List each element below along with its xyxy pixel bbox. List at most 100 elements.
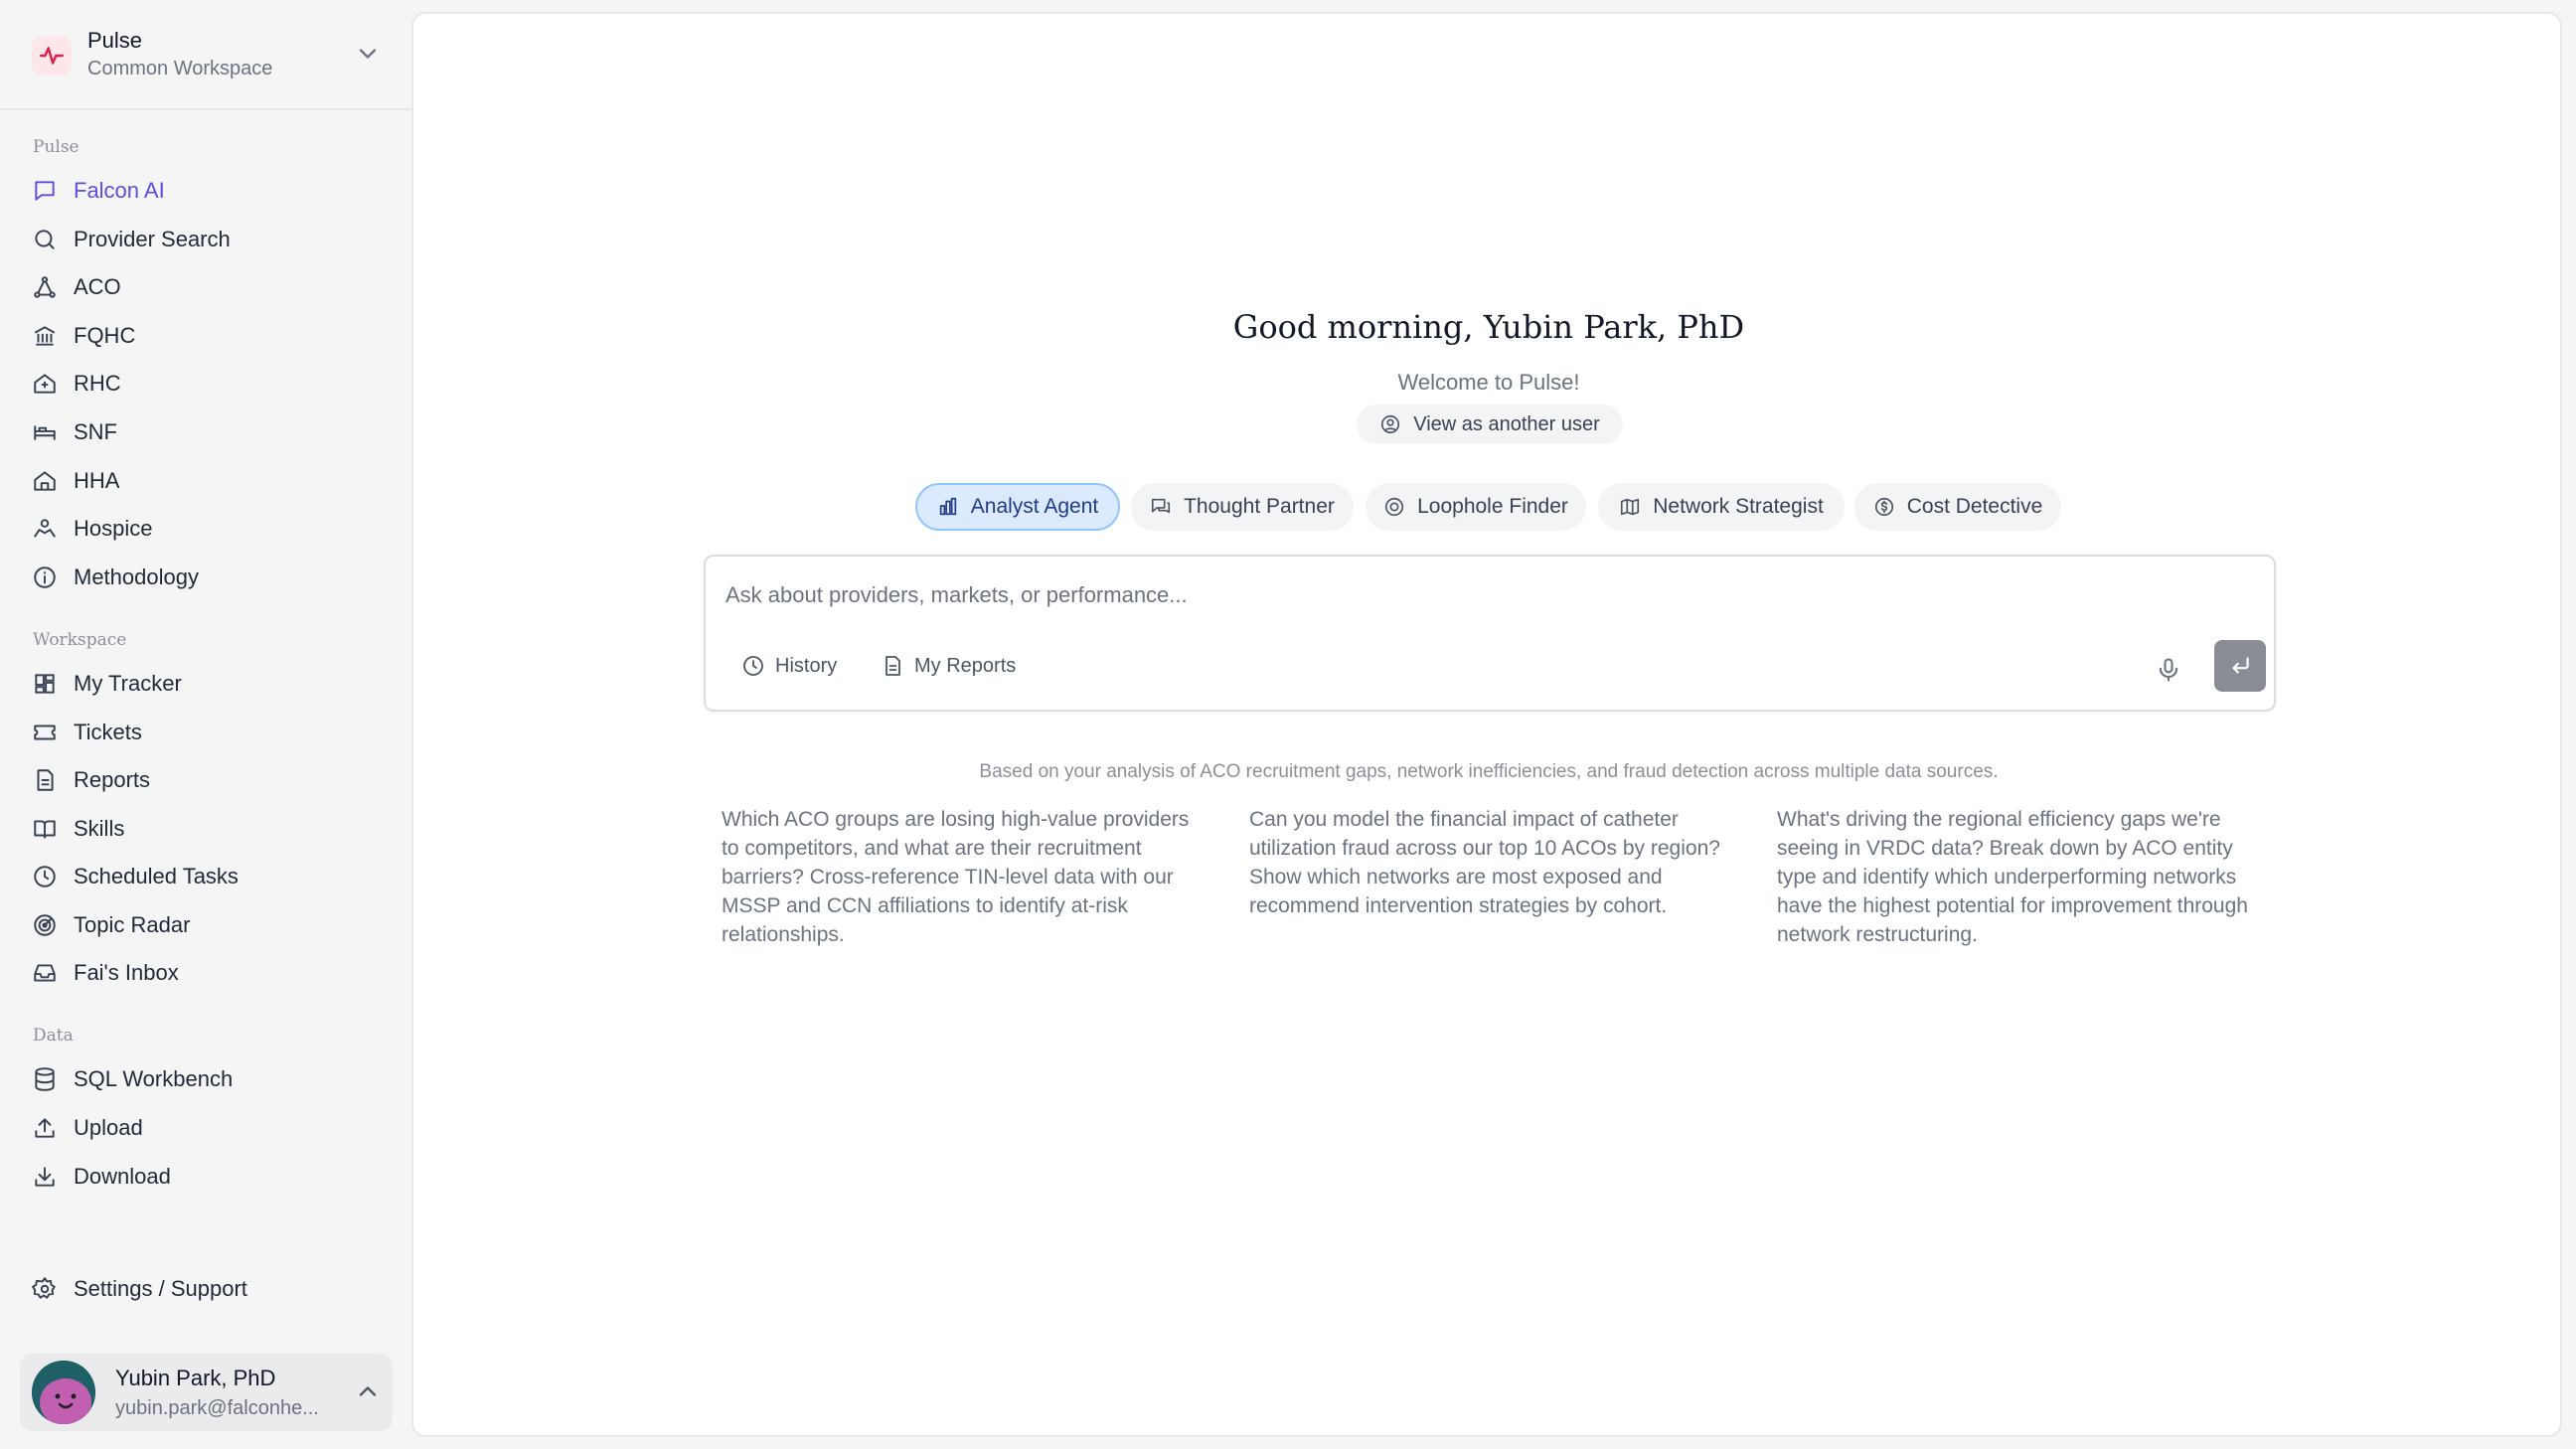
suggestion-prompt[interactable]: Can you model the financial impact of ca… [1249, 805, 1736, 920]
welcome-text: Welcome to Pulse! [1397, 370, 1580, 395]
suggestion-prompt[interactable]: Which ACO groups are losing high-value p… [722, 805, 1208, 949]
download-icon [32, 1164, 58, 1190]
sidebar-item-label: Settings / Support [74, 1276, 247, 1301]
sidebar-item-label: Provider Search [74, 227, 231, 251]
tab-label: Thought Partner [1184, 495, 1335, 518]
sidebar-item-label: Hospice [74, 516, 153, 541]
ticket-icon [32, 720, 58, 745]
app-root: Pulse Common Workspace Pulse Falcon AI P… [0, 0, 2576, 1449]
sidebar-item-label: Fai's Inbox [74, 960, 179, 985]
tab-analyst-agent[interactable]: Analyst Agent [915, 483, 1120, 531]
tab-label: Network Strategist [1653, 495, 1824, 518]
view-as-label: View as another user [1413, 412, 1600, 435]
sidebar-item-label: Download [74, 1164, 171, 1189]
my-reports-label: My Reports [914, 654, 1017, 677]
section-label-workspace: Workspace [33, 630, 127, 650]
sidebar-item-label: RHC [74, 371, 121, 396]
document-icon [886, 656, 900, 676]
view-as-another-user-button[interactable]: View as another user [1357, 404, 1623, 444]
send-button[interactable] [2214, 640, 2266, 692]
sidebar-item-settings-support[interactable]: Settings / Support [20, 1267, 391, 1311]
sidebar-item-hha[interactable]: HHA [20, 459, 391, 503]
tab-thought-partner[interactable]: Thought Partner [1131, 483, 1354, 531]
bar-chart-icon [939, 497, 956, 516]
sidebar-item-label: SNF [74, 419, 117, 444]
sidebar-item-my-tracker[interactable]: My Tracker [20, 662, 391, 706]
chat-input[interactable] [725, 578, 2117, 612]
bed-icon [32, 419, 58, 445]
sidebar-item-label: Topic Radar [74, 912, 191, 937]
chat-composer: History My Reports [704, 555, 2276, 712]
sidebar-item-label: Upload [74, 1115, 143, 1140]
pulse-logo-icon [32, 36, 72, 76]
tab-label: Loophole Finder [1417, 495, 1568, 518]
sidebar-item-tickets[interactable]: Tickets [20, 711, 391, 754]
gear-icon [32, 1276, 58, 1302]
tab-loophole-finder[interactable]: Loophole Finder [1366, 483, 1586, 531]
sidebar-item-fqhc[interactable]: FQHC [20, 314, 391, 358]
book-icon [32, 816, 58, 842]
suggestions-caption: Based on your analysis of ACO recruitmen… [979, 761, 1999, 782]
clock-icon [32, 864, 58, 889]
map-icon [1621, 498, 1640, 516]
sidebar-item-scheduled-tasks[interactable]: Scheduled Tasks [20, 855, 391, 898]
chevron-down-icon[interactable] [354, 40, 382, 68]
house-plus-icon [32, 371, 58, 397]
user-name: Yubin Park, PhD [115, 1366, 276, 1390]
workspace-name: Pulse [87, 28, 143, 53]
history-button[interactable]: History [741, 646, 837, 686]
clock-icon [743, 656, 763, 676]
chat-bubbles-icon [1152, 498, 1171, 514]
tab-label: Cost Detective [1906, 495, 2043, 518]
sidebar-item-fais-inbox[interactable]: Fai's Inbox [20, 951, 391, 995]
sidebar-item-rhc[interactable]: RHC [20, 362, 391, 405]
workspace-switcher[interactable]: Pulse Common Workspace [0, 0, 410, 110]
sidebar-item-sql-workbench[interactable]: SQL Workbench [20, 1057, 391, 1101]
my-reports-button[interactable]: My Reports [881, 646, 1016, 686]
sidebar-item-download[interactable]: Download [20, 1155, 391, 1199]
inbox-icon [32, 960, 58, 986]
user-email: yubin.park@falconhe... [115, 1397, 319, 1419]
chat-icon [32, 178, 58, 204]
microphone-icon[interactable] [2155, 656, 2182, 684]
suggestion-prompt[interactable]: What's driving the regional efficiency g… [1777, 805, 2264, 949]
building-icon [32, 323, 58, 349]
tab-cost-detective[interactable]: Cost Detective [1854, 483, 2061, 531]
hands-icon [32, 516, 58, 542]
upload-icon [32, 1115, 58, 1141]
sidebar-item-methodology[interactable]: Methodology [20, 556, 391, 599]
chevron-up-icon[interactable] [354, 1377, 382, 1405]
sidebar-item-label: My Tracker [74, 671, 182, 696]
sidebar-item-label: HHA [74, 468, 120, 493]
dollar-icon [1874, 497, 1893, 517]
sidebar-item-aco[interactable]: ACO [20, 265, 391, 309]
info-icon [32, 564, 58, 590]
sidebar-item-label: Methodology [74, 564, 199, 589]
sidebar-item-skills[interactable]: Skills [20, 807, 391, 851]
home-icon [32, 468, 58, 494]
database-icon [32, 1066, 58, 1092]
history-label: History [775, 654, 838, 677]
main-panel: Good morning, Yubin Park, PhD Welcome to… [411, 12, 2562, 1437]
network-icon [32, 274, 58, 300]
sidebar: Pulse Common Workspace Pulse Falcon AI P… [0, 0, 410, 1449]
sidebar-item-provider-search[interactable]: Provider Search [20, 218, 391, 261]
sidebar-item-label: Scheduled Tasks [74, 864, 239, 888]
sidebar-item-upload[interactable]: Upload [20, 1106, 391, 1150]
sidebar-item-snf[interactable]: SNF [20, 410, 391, 454]
sidebar-item-reports[interactable]: Reports [20, 758, 391, 802]
tab-network-strategist[interactable]: Network Strategist [1598, 483, 1845, 531]
section-label-data: Data [33, 1026, 74, 1046]
sidebar-item-label: Reports [74, 767, 151, 792]
workspace-subtitle: Common Workspace [87, 58, 273, 80]
enter-icon [2232, 657, 2249, 674]
sidebar-item-topic-radar[interactable]: Topic Radar [20, 903, 391, 947]
document-icon [32, 767, 58, 793]
sidebar-item-falcon-ai[interactable]: Falcon AI [20, 169, 391, 213]
section-label-pulse: Pulse [33, 137, 80, 157]
tab-label: Analyst Agent [970, 495, 1099, 518]
sidebar-item-label: Falcon AI [74, 178, 165, 203]
user-menu[interactable]: Yubin Park, PhD yubin.park@falconhe... [20, 1354, 393, 1431]
sidebar-item-hospice[interactable]: Hospice [20, 507, 391, 551]
radar-icon [32, 912, 58, 938]
